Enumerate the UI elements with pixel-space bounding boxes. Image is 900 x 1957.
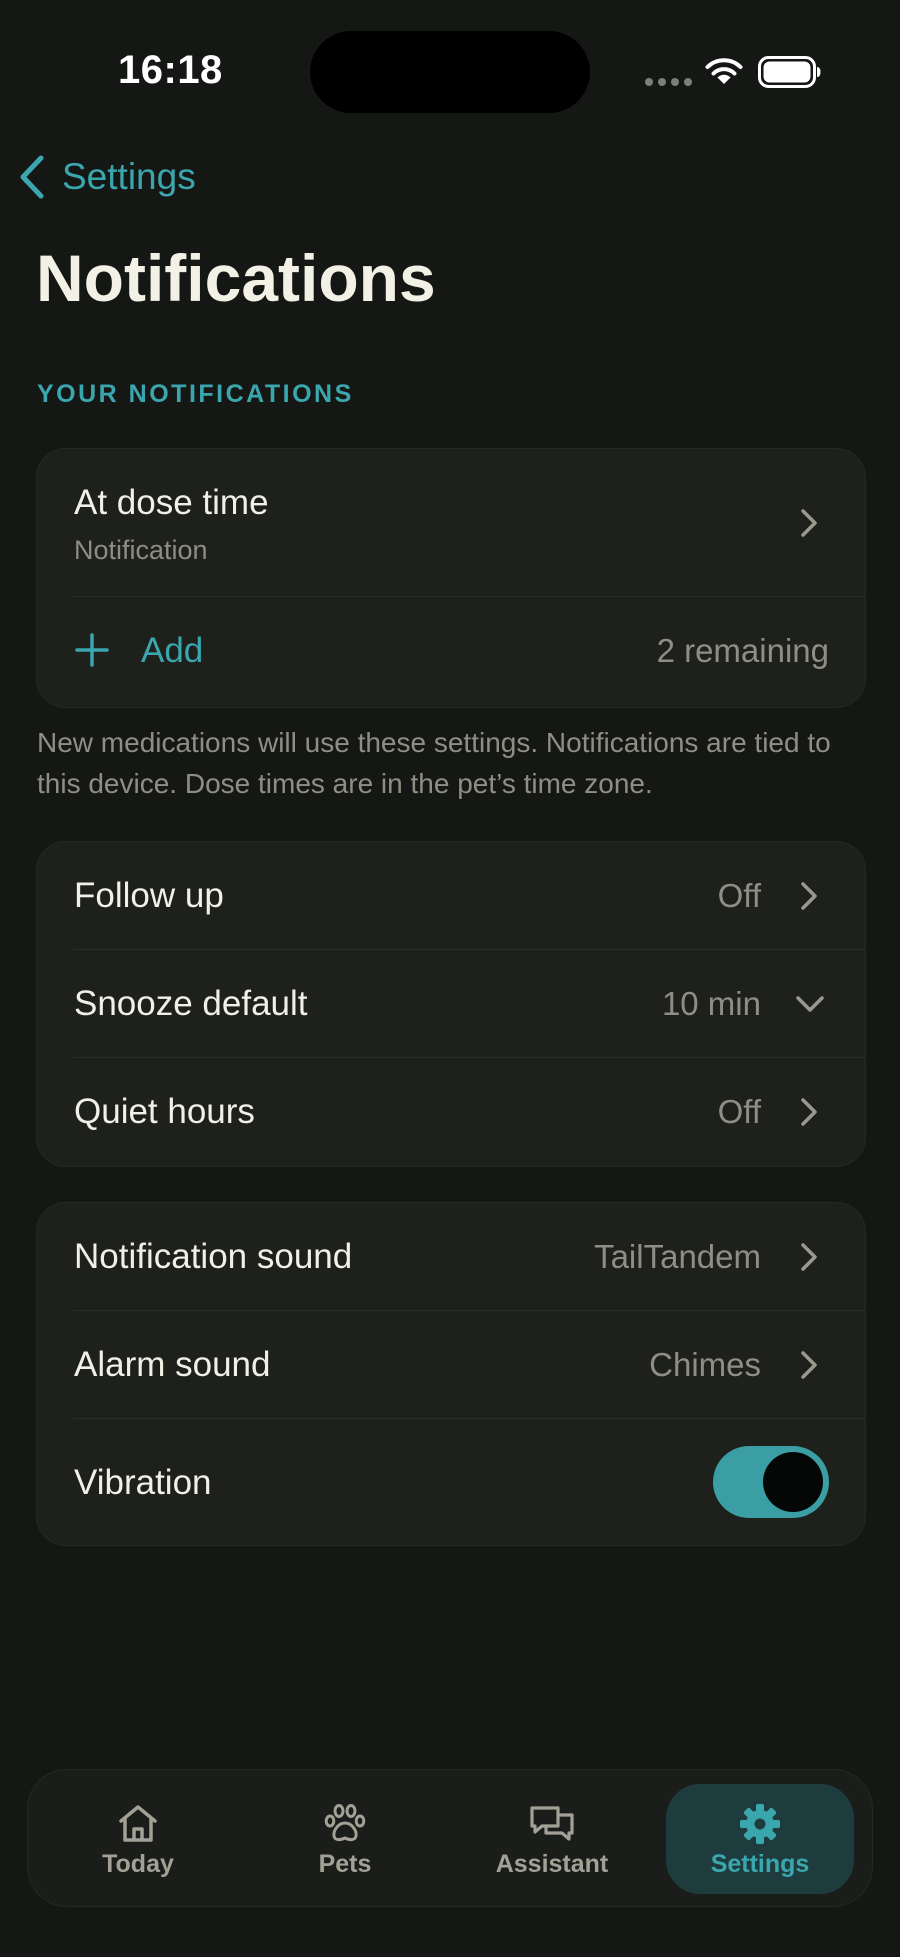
plus-icon [75, 633, 109, 667]
tab-pets[interactable]: Pets [251, 1784, 439, 1894]
quiet-hours-row[interactable]: Quiet hours Off [37, 1058, 865, 1166]
wifi-icon [705, 58, 743, 84]
tab-assistant[interactable]: Assistant [458, 1784, 646, 1894]
battery-icon [758, 56, 821, 88]
notification-sound-row[interactable]: Notification sound TailTandem [37, 1203, 865, 1311]
toggle-knob [763, 1452, 823, 1512]
tab-label: Pets [318, 1850, 372, 1878]
tab-today[interactable]: Today [44, 1784, 232, 1894]
chevron-right-icon [801, 1351, 817, 1379]
add-notification-button[interactable]: Add 2 remaining [37, 597, 865, 707]
notification-sound-value: TailTandem [594, 1238, 761, 1275]
status-bar: 16:18 [0, 0, 900, 140]
notifications-list-card: At dose time Notification Add 2 remainin… [36, 448, 866, 708]
alarm-sound-label: Alarm sound [74, 1345, 271, 1384]
settings-footnote: New medications will use these settings.… [37, 727, 831, 799]
tab-label: Assistant [495, 1850, 609, 1878]
remaining-count: 2 remaining [656, 632, 829, 669]
alarm-sound-row[interactable]: Alarm sound Chimes [37, 1311, 865, 1419]
back-button-label: Settings [62, 156, 196, 197]
notification-sound-label: Notification sound [74, 1237, 353, 1276]
tab-label: Settings [710, 1850, 810, 1878]
follow-up-row[interactable]: Follow up Off [37, 842, 865, 950]
gear-icon [740, 1804, 780, 1844]
tab-settings[interactable]: Settings [666, 1784, 854, 1894]
back-button[interactable]: Settings [18, 152, 196, 202]
cellular-signal-icon [645, 78, 692, 86]
follow-up-value: Off [717, 877, 761, 914]
tab-label: Today [102, 1850, 174, 1878]
status-time: 16:18 [118, 48, 223, 92]
alarm-sound-value: Chimes [649, 1346, 761, 1383]
notification-item-label: At dose time [74, 483, 269, 522]
home-icon [119, 1805, 157, 1842]
chat-bubbles-icon [530, 1806, 574, 1841]
quiet-hours-label: Quiet hours [74, 1092, 255, 1131]
quiet-hours-value: Off [717, 1093, 761, 1130]
notification-behavior-card: Follow up Off Snooze default 10 min Quie… [36, 841, 866, 1167]
snooze-default-value: 10 min [661, 985, 761, 1022]
add-notification-label: Add [141, 631, 204, 670]
snooze-default-label: Snooze default [74, 984, 308, 1023]
notification-item-sublabel: Notification [74, 535, 208, 565]
snooze-default-row[interactable]: Snooze default 10 min [37, 950, 865, 1058]
tab-bar: Today Pets Assistant Settings [27, 1769, 873, 1907]
chevron-right-icon [801, 1098, 817, 1126]
paw-icon [324, 1804, 366, 1842]
dynamic-island [310, 31, 590, 113]
chevron-right-icon [801, 1243, 817, 1271]
vibration-label: Vibration [74, 1463, 212, 1502]
page-title: Notifications [36, 241, 436, 315]
section-header: YOUR NOTIFICATIONS [37, 380, 354, 408]
chevron-right-icon [801, 509, 817, 537]
chevron-right-icon [801, 882, 817, 910]
vibration-row: Vibration [37, 1419, 865, 1545]
chevron-left-icon [20, 155, 44, 199]
vibration-toggle[interactable] [713, 1446, 829, 1518]
chevron-down-icon [796, 996, 824, 1012]
sound-settings-card: Notification sound TailTandem Alarm soun… [36, 1202, 866, 1546]
notification-item-at-dose-time[interactable]: At dose time Notification [37, 449, 865, 597]
follow-up-label: Follow up [74, 876, 224, 915]
